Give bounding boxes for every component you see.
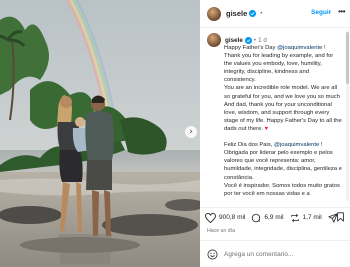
avatar[interactable] — [207, 6, 221, 21]
caption-pt-part2: ! Obrigada por liderar pelo exemplo e pe… — [224, 142, 342, 197]
follow-button[interactable]: Seguir — [311, 9, 331, 16]
action-bar: 900,8 mil 6,9 mil 1,7 mil — [200, 207, 350, 227]
like-button[interactable]: 900,8 mil — [205, 212, 245, 223]
heart-emoji: ♥ — [264, 125, 269, 132]
share-icon — [290, 213, 299, 222]
caption-username[interactable]: gisele — [225, 37, 243, 44]
comment-bar — [200, 240, 350, 267]
next-photo-button[interactable]: › — [185, 126, 197, 138]
header-username[interactable]: gisele — [226, 9, 247, 18]
mention-link[interactable]: @joaquimvalente — [274, 142, 319, 148]
repost-button[interactable]: 1,7 mil — [290, 213, 322, 223]
comment-button[interactable]: 6,9 mil — [251, 213, 284, 223]
beach-rainbow-photo — [0, 0, 200, 267]
heart-icon — [205, 212, 216, 223]
comment-icon — [252, 213, 261, 222]
bookmark-icon[interactable] — [336, 212, 345, 222]
post-photo[interactable]: › — [0, 0, 200, 267]
mention-link[interactable]: @joaquimvalente — [277, 45, 322, 51]
likes-count[interactable]: 900,8 mil — [219, 214, 245, 221]
chevron-right-icon: › — [189, 126, 193, 137]
shares-count[interactable]: 1,7 mil — [303, 214, 322, 221]
caption-scrollbar-thumb[interactable] — [346, 32, 349, 84]
post-date: Hace un día — [207, 228, 235, 234]
caption-separator: • — [253, 36, 257, 44]
emoji-icon[interactable] — [207, 249, 218, 260]
caption-en-part1: Happy Father's Day — [224, 45, 278, 51]
caption-text: Happy Father's Day @joaquimvalente ! Tha… — [224, 44, 342, 198]
caption-pt-part1: Feliz Dia dos Pais, — [224, 142, 273, 149]
comments-count[interactable]: 6,9 mil — [264, 214, 283, 221]
caption-time: 1 d — [258, 36, 267, 44]
header-separator: • — [260, 10, 263, 17]
verified-icon — [244, 36, 252, 44]
caption: gisele • 1 d Happy Father's Day @joaquim… — [207, 33, 350, 205]
post-side-panel: gisele • Seguir ••• gisele • 1 d Happy F… — [200, 0, 350, 267]
verified-icon — [249, 10, 257, 17]
more-options-button[interactable]: ••• — [338, 7, 345, 16]
caption-avatar[interactable] — [207, 33, 221, 47]
caption-en-part2: ! Thank you for leading by example, and … — [224, 45, 342, 132]
instagram-post: › gisele • Seguir ••• gisele • 1 d Happy… — [0, 0, 350, 267]
comment-input[interactable] — [224, 250, 324, 258]
